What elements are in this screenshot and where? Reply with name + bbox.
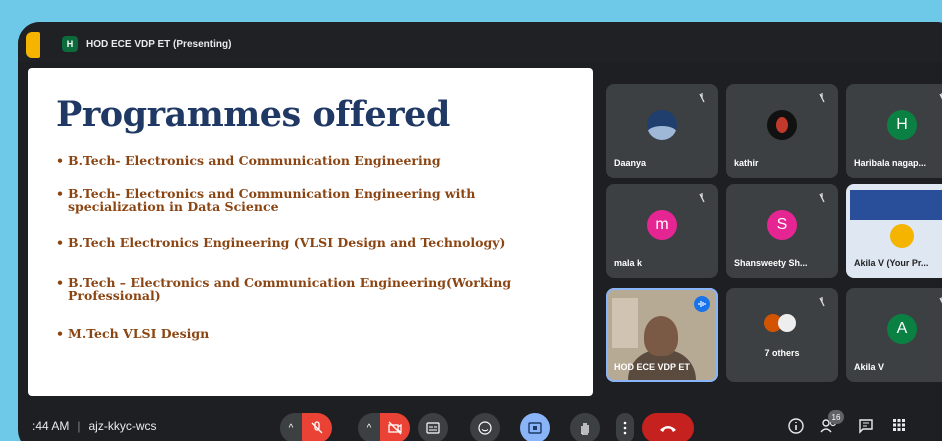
avatar: A [887,314,917,345]
presentation-slide: Programmes offered • B.Tech- Electronics … [28,68,593,396]
shared-slide-thumbnail [850,190,942,220]
profile-photo [767,110,797,141]
mic-off-icon [939,93,942,100]
presenter-label: HOD ECE VDP ET (Presenting) [86,38,232,50]
avatar: S [767,210,797,241]
mic-off-icon [819,193,825,203]
clock: :44 AM [32,419,70,433]
participant-name: Akila V [854,362,885,372]
chevron-up-icon[interactable]: ^ [280,413,302,441]
bullet-text-cont: specialization in Data Science [68,199,279,214]
mic-off-icon [699,193,705,203]
mic-off-icon[interactable] [302,413,332,441]
bullet-item: • B.Tech- Electronics and Communication E… [56,186,476,214]
emoji-icon[interactable] [470,413,500,441]
participant-name: HOD ECE VDP ET [614,362,690,372]
self-view-tile[interactable]: HOD ECE VDP ET [606,288,718,382]
info-icon[interactable] [788,418,804,438]
participant-name: Haribala nagap... [854,158,927,168]
slide-title: Programmes offered [56,94,450,135]
meeting-code: ajz-kkyc-wcs [88,419,157,433]
participant-tile[interactable]: kathir [726,84,838,178]
participant-tile-presentation[interactable]: Akila V (Your Pr... [846,184,942,278]
bottom-controls: :44 AM | ajz-kkyc-wcs ^ ^ 16 [18,400,942,441]
participant-name: Daanya [614,158,647,168]
profile-photo [647,110,677,141]
participant-name: Shansweety Sh... [734,258,808,268]
people-count-badge: 16 [828,410,844,424]
participant-tile[interactable]: H Haribala nagap... [846,84,942,178]
captions-icon[interactable] [418,413,448,441]
participant-name: Akila V (Your Pr... [854,258,929,268]
participant-name: kathir [734,158,759,168]
others-tile[interactable]: 7 others [726,288,838,382]
sidebar-handle[interactable] [26,32,40,58]
avatar: m [647,210,677,241]
presenter-chip: H HOD ECE VDP ET (Presenting) [62,36,231,52]
bullet-item: • B.Tech Electronics Engineering (VLSI De… [56,235,506,250]
participant-tile[interactable]: Daanya [606,84,718,178]
divider: | [77,419,81,433]
participant-tile[interactable]: m mala k [606,184,718,278]
bullet-item: • B.Tech- Electronics and Communication E… [56,153,441,168]
bullet-text: M.Tech VLSI Design [68,326,210,341]
meeting-info: :44 AM | ajz-kkyc-wcs [32,419,156,433]
mic-off-icon [939,297,942,304]
end-call-icon[interactable] [642,413,694,441]
avatar [778,314,796,332]
camera-off-icon[interactable] [380,413,410,441]
top-bar: H HOD ECE VDP ET (Presenting) [18,22,942,62]
participant-tile[interactable]: S Shansweety Sh... [726,184,838,278]
mic-off-icon [699,93,705,103]
people-icon[interactable]: 16 [820,410,844,438]
more-options-icon[interactable] [616,413,634,441]
chevron-up-icon[interactable]: ^ [358,413,380,441]
camera-control[interactable]: ^ [358,413,410,441]
bullet-text-cont: Professional) [68,288,161,303]
meet-window: H HOD ECE VDP ET (Presenting) Programmes… [18,22,942,441]
present-icon[interactable] [520,413,550,441]
bullet-text: B.Tech- Electronics and Communication En… [68,153,441,168]
mic-control[interactable]: ^ [280,413,332,441]
presenter-avatar: H [62,36,78,52]
participant-name: mala k [614,258,643,268]
activities-icon[interactable] [892,418,906,436]
bullet-text: B.Tech Electronics Engineering (VLSI Des… [68,235,506,250]
avatar: H [887,110,917,141]
others-count: 7 others [764,348,800,358]
participant-tile[interactable]: A Akila V [846,288,942,382]
bullet-item: • M.Tech VLSI Design [56,326,210,341]
raise-hand-icon[interactable] [570,413,600,441]
bulb-graphic [890,224,914,248]
chat-icon[interactable] [858,418,874,438]
mic-off-icon [819,297,825,307]
mic-off-icon [819,93,825,103]
bullet-item: • B.Tech – Electronics and Communication … [56,275,512,303]
